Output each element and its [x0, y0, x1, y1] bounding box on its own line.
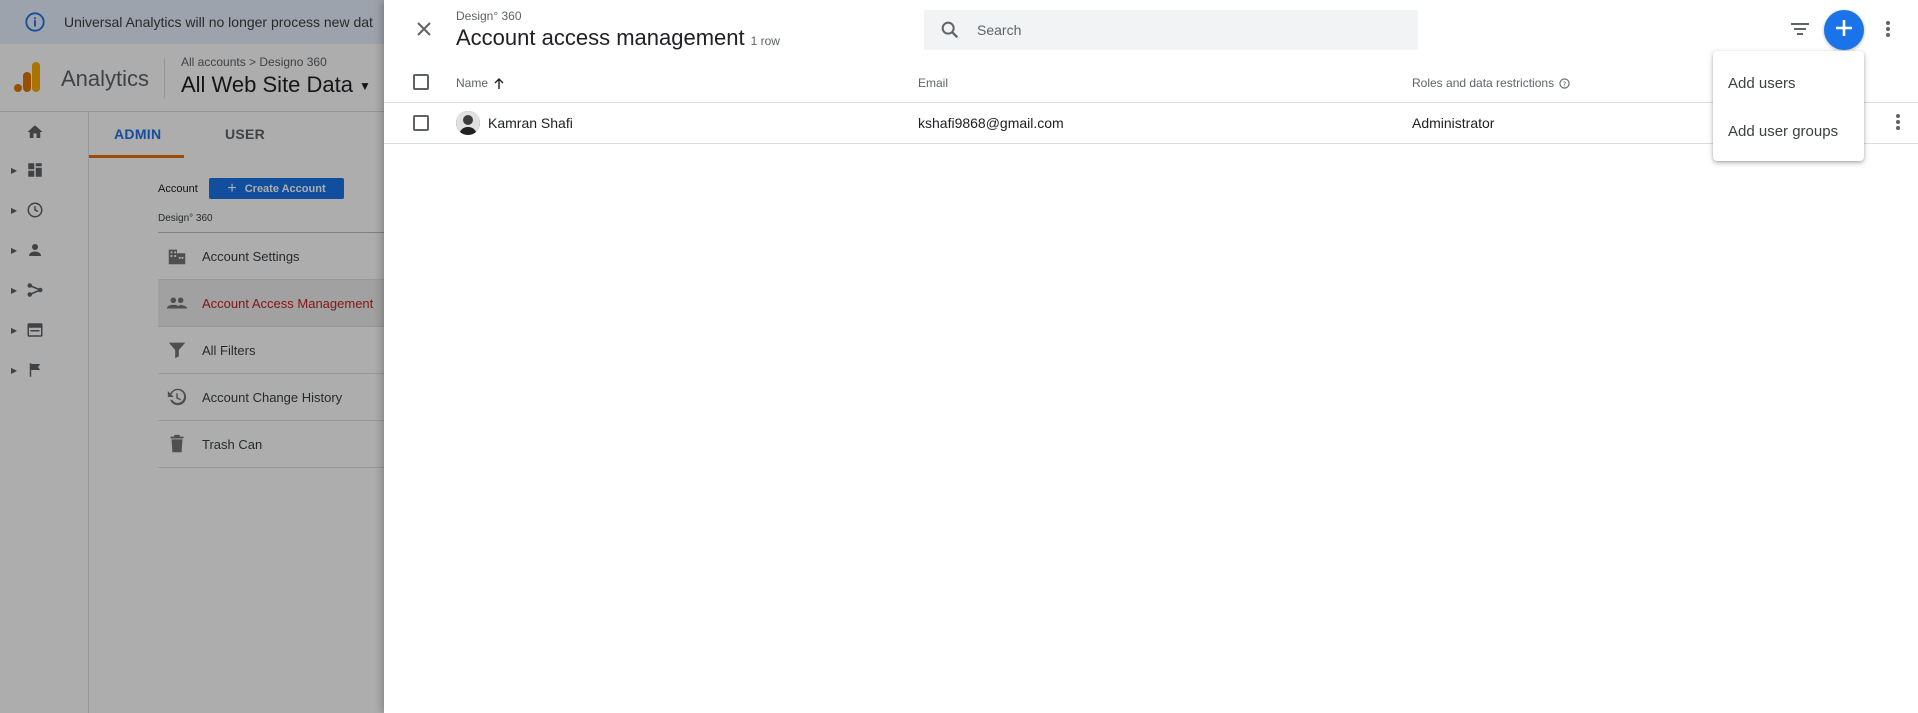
column-label: Name [456, 76, 489, 90]
avatar [456, 111, 480, 135]
plus-icon [1834, 18, 1854, 43]
column-header-name[interactable]: Name [456, 76, 504, 90]
row-checkbox[interactable] [413, 115, 429, 131]
more-vert-icon [1885, 20, 1891, 43]
panel-title: Account access management [456, 25, 745, 50]
column-header-email[interactable]: Email [918, 76, 948, 90]
search-input[interactable] [977, 22, 1377, 38]
access-management-panel: Design° 360 Account access management 1 r… [384, 0, 1918, 713]
page-title: Account access management 1 row [456, 25, 780, 51]
close-icon [416, 21, 432, 42]
svg-text:?: ? [1563, 79, 1567, 88]
row-count: 1 row [750, 34, 780, 48]
column-header-roles[interactable]: Roles and data restrictions? [1412, 76, 1570, 90]
menu-item-add-user-groups[interactable]: Add user groups [1713, 107, 1864, 155]
user-email: kshafi9868@gmail.com [918, 115, 1064, 131]
close-button[interactable] [411, 18, 437, 44]
add-button[interactable] [1824, 10, 1864, 50]
user-role: Administrator [1412, 115, 1495, 131]
more-options-button[interactable] [1880, 18, 1896, 44]
column-label: Roles and data restrictions [1412, 76, 1555, 90]
table-row[interactable]: Kamran Shafi kshafi9868@gmail.com Admini… [384, 103, 1918, 144]
search-icon [939, 19, 961, 41]
arrow-up-icon [494, 77, 504, 89]
more-vert-icon [1895, 113, 1901, 136]
filter-button[interactable] [1787, 18, 1813, 44]
select-all-checkbox[interactable] [413, 74, 429, 90]
user-name: Kamran Shafi [488, 115, 573, 131]
menu-item-add-users[interactable]: Add users [1713, 59, 1864, 107]
row-more-button[interactable] [1890, 111, 1906, 137]
search-box[interactable] [924, 10, 1418, 50]
panel-subtitle: Design° 360 [456, 9, 522, 23]
modal-scrim[interactable] [0, 0, 384, 713]
table-header: Name Email Roles and data restrictions? [384, 62, 1918, 103]
add-menu: Add users Add user groups [1713, 51, 1864, 161]
filter-list-icon [1790, 21, 1810, 42]
help-icon[interactable]: ? [1559, 77, 1570, 89]
